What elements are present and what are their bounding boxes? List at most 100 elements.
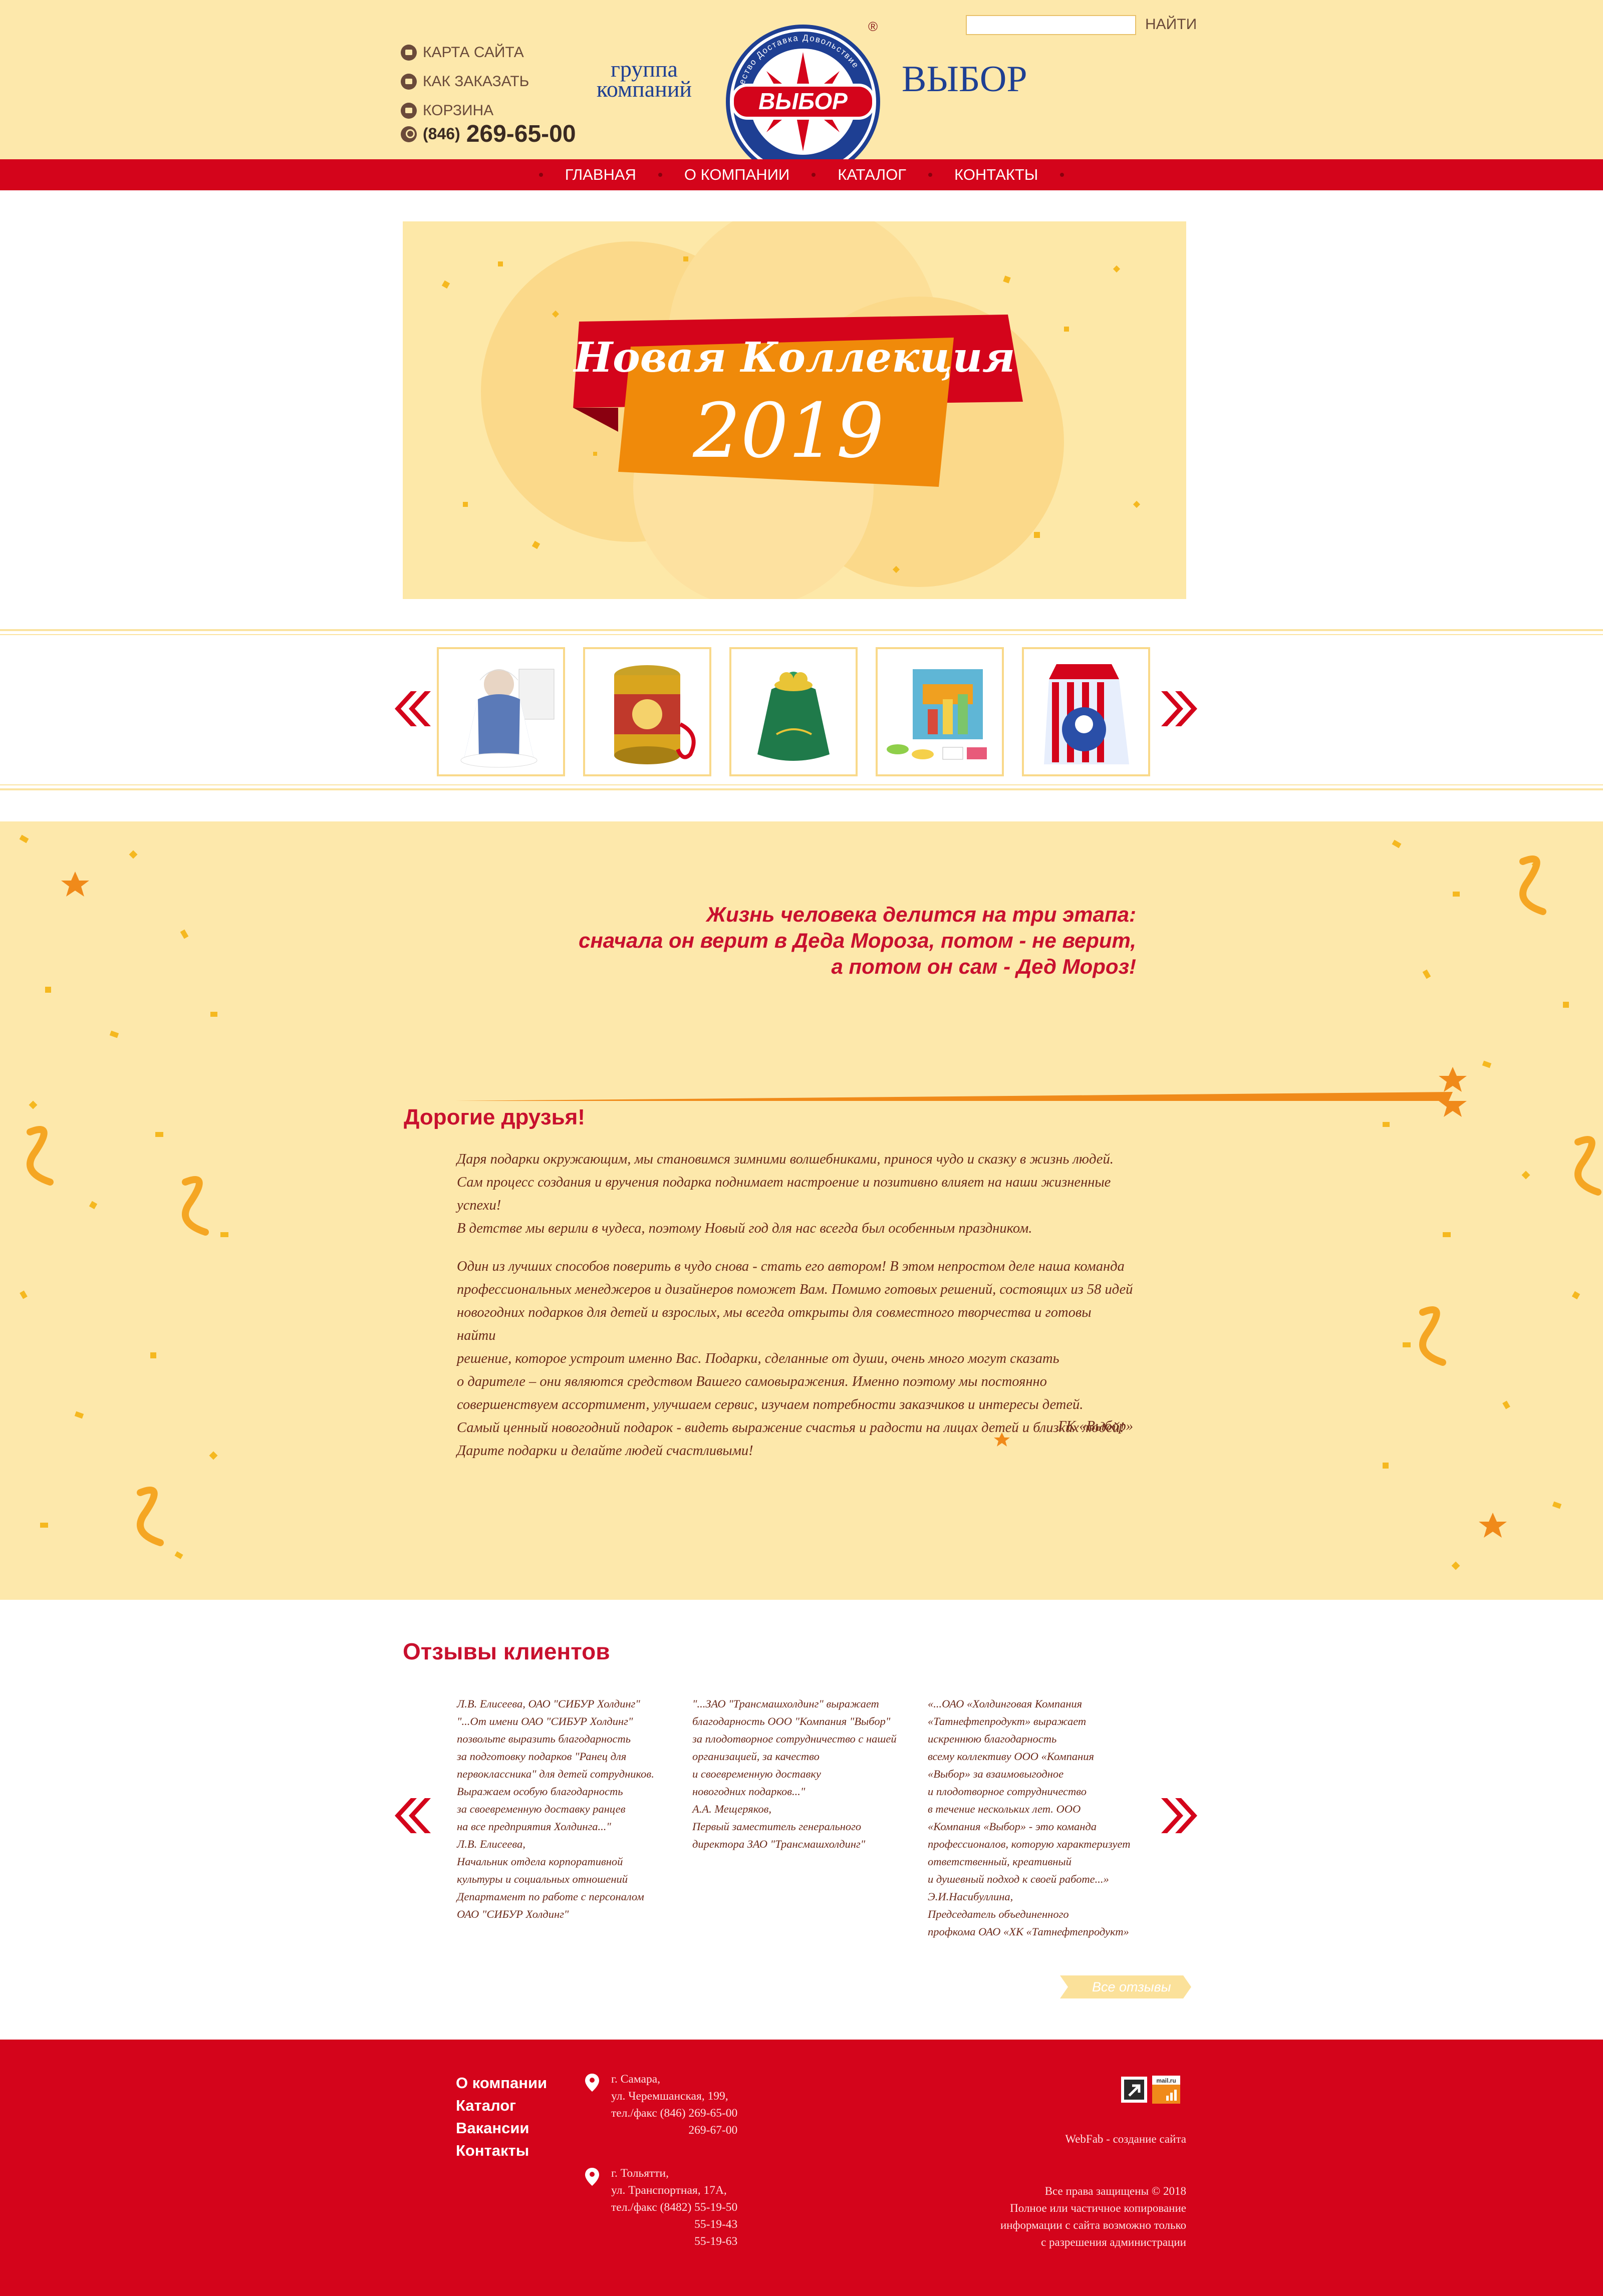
logo-text: ВЫБОР: [758, 88, 848, 114]
letter-signature: ГК «Выбор»: [1058, 1418, 1133, 1434]
copyright-line: с разрешения администрации: [1041, 2236, 1186, 2248]
letter-line: Самый ценный новогодний подарок - видеть…: [457, 1420, 1125, 1436]
review-line: за своевременную доставку ранцев: [457, 1803, 626, 1815]
letter-line: совершенствуем ассортимент, улучшаем сер…: [457, 1397, 1084, 1412]
footer-menu: О компании Каталог Вакансии Контакты: [456, 2072, 547, 2162]
review-line: за подготовку подарков "Ранец для: [457, 1750, 627, 1763]
address-tolyatti: г. Тольятти, ул. Транспортная, 17А, тел.…: [611, 2165, 737, 2250]
review-line: ОАО "СИБУР Холдинг": [457, 1908, 569, 1920]
review-line: профессионалов, которую характеризует: [928, 1838, 1131, 1850]
info-icon: [401, 74, 417, 90]
address-line: г. Тольятти,: [611, 2167, 669, 2180]
address-line: ул. Черемшанская, 199,: [611, 2090, 728, 2103]
product-thumb-box[interactable]: [1022, 647, 1150, 776]
group-caption: группа компаний: [585, 58, 703, 101]
santa-quote: Жизнь человека делится на три этапа: сна…: [435, 902, 1136, 980]
webfab-credit-link[interactable]: WebFab - создание сайта: [1065, 2131, 1186, 2148]
review-line: Председатель объединенного: [928, 1908, 1069, 1920]
review-line: культуры и социальных отношений: [457, 1873, 628, 1885]
product-thumb-game[interactable]: [876, 647, 1004, 776]
counter-label: mail.ru: [1156, 2077, 1176, 2084]
review-line: и плодотворное сотрудничество: [928, 1785, 1087, 1798]
reviews-next-arrow-icon[interactable]: [1161, 1798, 1199, 1833]
nav-item-about[interactable]: О КОМПАНИИ: [684, 166, 789, 184]
review-line: ответственный, креативный: [928, 1855, 1072, 1868]
greeting-heading: Дорогие друзья!: [404, 1105, 585, 1129]
sitemap-link[interactable]: КАРТА САЙТА: [401, 38, 529, 67]
address-line: ул. Транспортная, 17А,: [611, 2184, 727, 2197]
search-input[interactable]: [966, 15, 1136, 35]
sitemap-label: КАРТА САЙТА: [423, 44, 524, 61]
site-header: КАРТА САЙТА КАК ЗАКАЗАТЬ КОРЗИНА (846) 2…: [0, 0, 1603, 179]
letter-line: новогодних подарков для детей и взрослых…: [457, 1305, 1092, 1343]
product-carousel: [0, 629, 1603, 790]
review-line: «Татнефтепродукт» выражает: [928, 1715, 1087, 1728]
carousel-next-arrow-icon[interactable]: [1161, 691, 1199, 726]
review-line: всему коллективу ООО «Компания: [928, 1750, 1095, 1763]
review-line: Выражаем особую благодарность: [457, 1785, 623, 1798]
review-line: Первый заместитель генерального: [692, 1820, 862, 1833]
footer-link-vacancies[interactable]: Вакансии: [456, 2117, 547, 2139]
footer-link-catalog[interactable]: Каталог: [456, 2094, 547, 2117]
how-to-order-label: КАК ЗАКАЗАТЬ: [423, 73, 529, 90]
how-to-order-link[interactable]: КАК ЗАКАЗАТЬ: [401, 67, 529, 96]
mailru-counter-icon[interactable]: mail.ru: [1152, 2076, 1180, 2104]
cart-icon: [401, 103, 417, 119]
phone-digits: 269-65-00: [466, 121, 576, 147]
review-line: и душевный подход к своей работе...»: [928, 1873, 1109, 1885]
review-card-sibur: Л.В. Елисеева, ОАО "СИБУР Холдинг" "...О…: [457, 1695, 654, 1923]
reviews-prev-arrow-icon[interactable]: [393, 1798, 431, 1833]
review-line: позвольте выразить благодарность: [457, 1733, 631, 1745]
nav-separator: [658, 173, 662, 177]
letter-line: Даря подарки окружающим, мы становимся з…: [457, 1152, 1114, 1167]
webfab-logo-icon[interactable]: [1120, 2076, 1148, 2104]
address-line: 55-19-43: [694, 2218, 738, 2231]
nav-separator: [1060, 173, 1064, 177]
copyright-line: информации с сайта возможно только: [1000, 2219, 1186, 2231]
nav-separator: [539, 173, 543, 177]
banner-year: 2019: [692, 388, 884, 475]
nav-separator: [812, 173, 816, 177]
reviews-title: Отзывы клиентов: [403, 1638, 610, 1664]
nav-item-contacts[interactable]: КОНТАКТЫ: [954, 166, 1038, 184]
bag-image: [757, 672, 830, 761]
footer-link-contacts[interactable]: Контакты: [456, 2139, 547, 2162]
carousel-prev-arrow-icon[interactable]: [393, 691, 431, 726]
review-line: Л.В. Елисеева,: [457, 1838, 525, 1850]
review-line: Л.В. Елисеева, ОАО "СИБУР Холдинг": [457, 1697, 640, 1710]
nav-item-catalog[interactable]: КАТАЛОГ: [838, 166, 906, 184]
review-line: «Компания «Выбор» - это команда: [928, 1820, 1097, 1833]
registered-mark: ®: [868, 19, 878, 34]
review-line: и своевременную доставку: [692, 1768, 821, 1780]
footer-link-about[interactable]: О компании: [456, 2072, 547, 2094]
promo-banner[interactable]: Новая Коллекция 2019: [403, 221, 1186, 599]
nav-item-home[interactable]: ГЛАВНАЯ: [565, 166, 636, 184]
letter-line: решение, которое устроит именно Вас. Под…: [457, 1351, 1059, 1366]
letter-line: Дарите подарки и делайте людей счастливы…: [457, 1443, 753, 1459]
game-image: [887, 669, 987, 760]
quote-line-3: а потом он сам - Дед Мороз!: [831, 955, 1136, 978]
product-thumb-bag[interactable]: [729, 647, 858, 776]
product-thumb-tin[interactable]: [583, 647, 711, 776]
address-line: тел./факс (846) 269-65-00: [611, 2107, 738, 2120]
address-line: тел./факс (8482) 55-19-50: [611, 2201, 738, 2214]
all-reviews-button[interactable]: Все отзывы: [1060, 1975, 1191, 1998]
copyright: Все права защищены © 2018 Полное или час…: [1000, 2183, 1186, 2251]
tin-image: [614, 665, 696, 764]
phone-number[interactable]: (846) 269-65-00: [401, 120, 576, 148]
quote-line-2: сначала он верит в Деда Мороза, потом - …: [579, 929, 1136, 952]
main-nav: ГЛАВНАЯ О КОМПАНИИ КАТАЛОГ КОНТАКТЫ: [0, 159, 1603, 190]
copyright-line: Полное или частичное копирование: [1010, 2202, 1186, 2214]
review-line: Э.И.Насибуллина,: [928, 1890, 1013, 1903]
product-thumb-doll[interactable]: [437, 647, 565, 776]
site-footer: О компании Каталог Вакансии Контакты г. …: [0, 2040, 1603, 2296]
review-line: за плодотворное сотрудничество с нашей: [692, 1733, 897, 1745]
address-line: 55-19-63: [694, 2235, 738, 2248]
letter-line: о дарителе – они являются средством Ваше…: [457, 1374, 1047, 1389]
search-button[interactable]: НАЙТИ: [1145, 16, 1197, 33]
phone-code: (846): [423, 125, 460, 143]
review-line: первоклассника" для детей сотрудников.: [457, 1768, 654, 1780]
letter-line: Один из лучших способов поверить в чудо …: [457, 1259, 1125, 1274]
company-logo[interactable]: Качество Доставка Довольствие ВЫБОР: [722, 21, 884, 182]
address-line: 269-67-00: [688, 2124, 738, 2137]
